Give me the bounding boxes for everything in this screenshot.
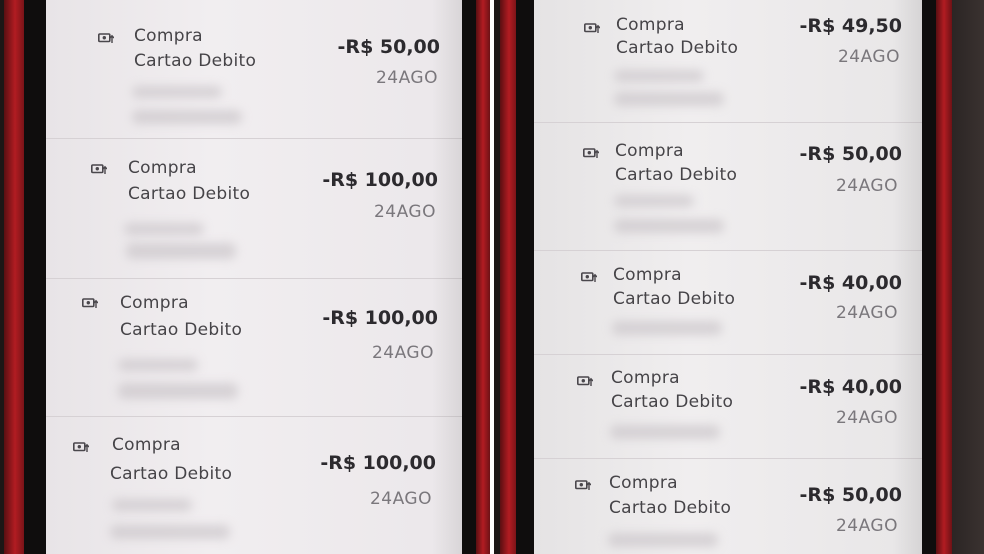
transaction-amount: -R$ 40,00 [799, 376, 902, 398]
transaction-method: Cartao Debito [616, 38, 739, 58]
transaction-amount: -R$ 49,50 [799, 15, 902, 37]
transaction-method: Cartao Debito [120, 320, 243, 340]
transaction-date: 24AGO [369, 489, 432, 509]
screen-edge-shadow [892, 0, 922, 554]
transaction-date: 24AGO [375, 68, 438, 88]
transaction-row[interactable]: Compra Cartao Debito -R$ 40,00 24AGO [534, 250, 922, 354]
transaction-date: 24AGO [835, 303, 898, 323]
redacted-detail [610, 425, 720, 439]
redacted-detail [612, 321, 722, 335]
transaction-list-screen: Compra Cartao Debito -R$ 50,00 24AGO Com… [46, 0, 462, 554]
cash-out-icon [584, 22, 600, 34]
transaction-date: 24AGO [371, 343, 434, 363]
phone-case-edge [476, 0, 490, 554]
transaction-row[interactable]: Compra Cartao Debito -R$ 100,00 24AGO [46, 416, 462, 554]
transaction-amount: -R$ 40,00 [799, 272, 902, 294]
cash-out-icon [577, 375, 593, 387]
redacted-detail [132, 110, 242, 124]
transaction-type: Compra [616, 15, 685, 35]
cash-out-icon [583, 147, 599, 159]
cash-out-icon [73, 441, 89, 453]
transaction-row[interactable]: Compra Cartao Debito -R$ 50,00 24AGO [534, 122, 922, 250]
transaction-amount: -R$ 50,00 [799, 143, 902, 165]
transaction-row[interactable]: Compra Cartao Debito -R$ 40,00 24AGO [534, 354, 922, 458]
transaction-method: Cartao Debito [134, 51, 257, 71]
background-surface [952, 0, 984, 554]
transaction-method: Cartao Debito [128, 184, 251, 204]
phone-bezel [24, 0, 46, 554]
redacted-detail [614, 195, 694, 207]
redacted-detail [118, 359, 198, 371]
transaction-type: Compra [615, 141, 684, 161]
transaction-date: 24AGO [835, 516, 898, 536]
phone-case-edge [4, 0, 26, 554]
phone-bezel [516, 0, 534, 554]
transaction-date: 24AGO [835, 176, 898, 196]
cash-out-icon [91, 163, 107, 175]
screen-edge-shadow [432, 0, 462, 554]
transaction-amount: -R$ 50,00 [799, 484, 902, 506]
phone-case-edge [936, 0, 952, 554]
cash-out-icon [575, 479, 591, 491]
transaction-list-screen: Compra Cartao Debito -R$ 49,50 24AGO Com… [534, 0, 922, 554]
transaction-type: Compra [613, 265, 682, 285]
redacted-detail [118, 383, 238, 399]
cash-out-icon [98, 32, 114, 44]
redacted-detail [614, 219, 724, 233]
transaction-amount: -R$ 100,00 [322, 169, 438, 191]
transaction-date: 24AGO [835, 408, 898, 428]
transaction-type: Compra [112, 435, 181, 455]
redacted-detail [614, 92, 724, 106]
transaction-method: Cartao Debito [613, 289, 736, 309]
redacted-detail [126, 243, 236, 259]
transaction-method: Cartao Debito [615, 165, 738, 185]
transaction-row[interactable]: Compra Cartao Debito -R$ 49,50 24AGO [534, 0, 922, 122]
transaction-type: Compra [128, 158, 197, 178]
transaction-row[interactable]: Compra Cartao Debito -R$ 50,00 24AGO [534, 458, 922, 554]
redacted-detail [124, 223, 204, 235]
redacted-detail [614, 70, 704, 82]
transaction-amount: -R$ 50,00 [337, 36, 440, 58]
redacted-detail [132, 86, 222, 98]
transaction-date: 24AGO [373, 202, 436, 222]
cash-out-icon [581, 271, 597, 283]
transaction-amount: -R$ 100,00 [320, 452, 436, 474]
transaction-type: Compra [120, 293, 189, 313]
right-phone-photo: Compra Cartao Debito -R$ 49,50 24AGO Com… [494, 0, 984, 554]
redacted-detail [112, 499, 192, 511]
cash-out-icon [82, 297, 98, 309]
transaction-amount: -R$ 100,00 [322, 307, 438, 329]
redacted-detail [608, 533, 718, 547]
transaction-row[interactable]: Compra Cartao Debito -R$ 100,00 24AGO [46, 138, 462, 278]
transaction-method: Cartao Debito [609, 498, 732, 518]
transaction-row[interactable]: Compra Cartao Debito -R$ 100,00 24AGO [46, 278, 462, 416]
transaction-date: 24AGO [837, 47, 900, 67]
transaction-type: Compra [609, 473, 678, 493]
transaction-method: Cartao Debito [110, 464, 233, 484]
redacted-detail [110, 525, 230, 539]
transaction-type: Compra [134, 26, 203, 46]
transaction-type: Compra [611, 368, 680, 388]
left-phone-photo: Compra Cartao Debito -R$ 50,00 24AGO Com… [0, 0, 490, 554]
transaction-method: Cartao Debito [611, 392, 734, 412]
transaction-row[interactable]: Compra Cartao Debito -R$ 50,00 24AGO [46, 0, 462, 138]
